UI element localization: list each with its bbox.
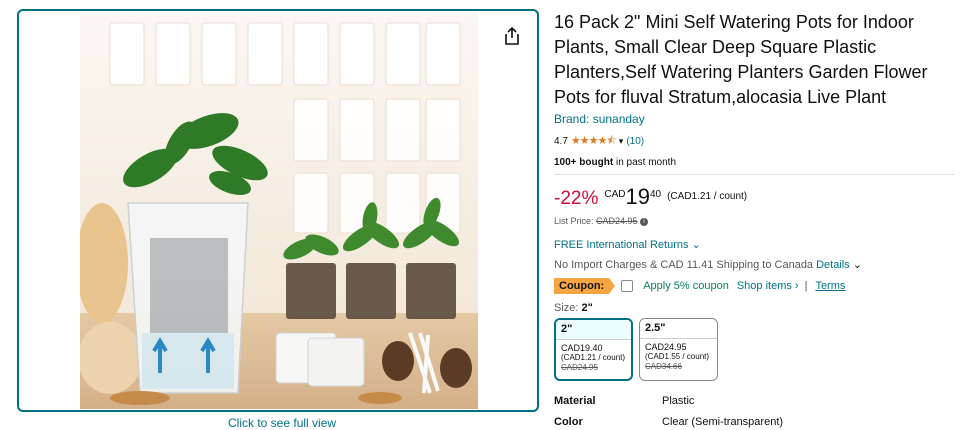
- free-returns-link[interactable]: FREE International Returns ⌄: [554, 238, 954, 251]
- chevron-down-icon[interactable]: ⌄: [853, 259, 862, 271]
- size-options: 2" CAD19.40 (CAD1.21 / count) CAD24.95 2…: [554, 318, 954, 381]
- size-option-price: CAD24.95: [645, 342, 687, 352]
- price-row: -22% CAD 19 40 (CAD1.21 / count): [554, 185, 954, 210]
- spec-value: Plastic: [662, 395, 695, 407]
- bought-in-past-month: 100+ bought in past month: [554, 157, 954, 175]
- star-rating-icon[interactable]: ★★★★⯪: [571, 132, 617, 151]
- size-option-per-count: (CAD1.55 / count): [645, 352, 710, 361]
- apply-coupon-label[interactable]: Apply 5% coupon: [643, 280, 729, 292]
- chevron-down-icon[interactable]: ⌄: [692, 239, 701, 251]
- size-label: Size: 2": [554, 302, 954, 314]
- shop-items-link[interactable]: Shop items ›: [737, 280, 799, 292]
- share-icon[interactable]: [501, 25, 523, 47]
- product-title: 16 Pack 2" Mini Self Watering Pots for I…: [554, 12, 928, 107]
- review-count-link[interactable]: (10): [626, 136, 644, 147]
- spec-key: Material: [554, 395, 596, 407]
- product-specs: Material Plastic Color Clear (Semi-trans…: [554, 395, 954, 428]
- size-option-name: 2": [556, 320, 631, 340]
- price-currency: CAD: [604, 189, 626, 200]
- chevron-down-icon[interactable]: ▾: [619, 136, 624, 147]
- full-view-link[interactable]: Click to see full view: [228, 416, 336, 430]
- size-label-text: Size:: [554, 302, 582, 314]
- size-option-price: CAD19.40: [561, 343, 603, 353]
- discount-percent: -22%: [554, 188, 599, 209]
- list-price-value: CAD24.95: [596, 216, 638, 226]
- import-shipping-info: No Import Charges & CAD 11.41 Shipping t…: [554, 258, 954, 271]
- list-price-label: List Price:: [554, 216, 597, 226]
- product-image-frame[interactable]: [17, 9, 539, 412]
- bought-suffix: in past month: [613, 157, 676, 168]
- spec-key: Color: [554, 416, 583, 428]
- price-whole: 19: [625, 184, 650, 209]
- size-option-list-price: CAD24.95: [561, 363, 598, 372]
- size-option-2in[interactable]: 2" CAD19.40 (CAD1.21 / count) CAD24.95: [554, 318, 633, 381]
- brand-link[interactable]: Brand: sunanday: [554, 112, 954, 126]
- size-option-name: 2.5": [640, 319, 717, 339]
- rating-row: 4.7 ★★★★⯪ ▾ (10): [554, 132, 954, 151]
- import-text: No Import Charges & CAD 11.41 Shipping t…: [554, 259, 817, 271]
- price-per-count: (CAD1.21 / count): [667, 191, 748, 202]
- coupon-checkbox[interactable]: [621, 280, 634, 292]
- size-option-list-price: CAD34.66: [645, 362, 682, 371]
- details-link[interactable]: Details: [816, 259, 850, 271]
- price-fraction: 40: [649, 189, 662, 200]
- separator: |: [804, 280, 808, 292]
- rating-value: 4.7: [554, 136, 568, 147]
- size-selected-value: 2": [581, 302, 593, 314]
- product-details: 16 Pack 2" Mini Self Watering Pots for I…: [554, 10, 954, 428]
- coupon-row: Coupon: Apply 5% coupon Shop items › | T…: [554, 278, 954, 294]
- returns-label[interactable]: FREE International Returns: [554, 239, 689, 251]
- terms-link[interactable]: Terms: [815, 280, 845, 292]
- list-price: List Price: CAD24.95 i: [554, 216, 954, 226]
- coupon-badge: Coupon:: [554, 278, 616, 294]
- bought-count: 100+ bought: [554, 157, 614, 168]
- info-icon[interactable]: i: [640, 217, 649, 226]
- size-option-2-5in[interactable]: 2.5" CAD24.95 (CAD1.55 / count) CAD34.66: [639, 318, 718, 381]
- spec-value: Clear (Semi-transparent): [662, 416, 784, 428]
- product-photo[interactable]: [80, 13, 478, 409]
- size-option-per-count: (CAD1.21 / count): [561, 353, 626, 362]
